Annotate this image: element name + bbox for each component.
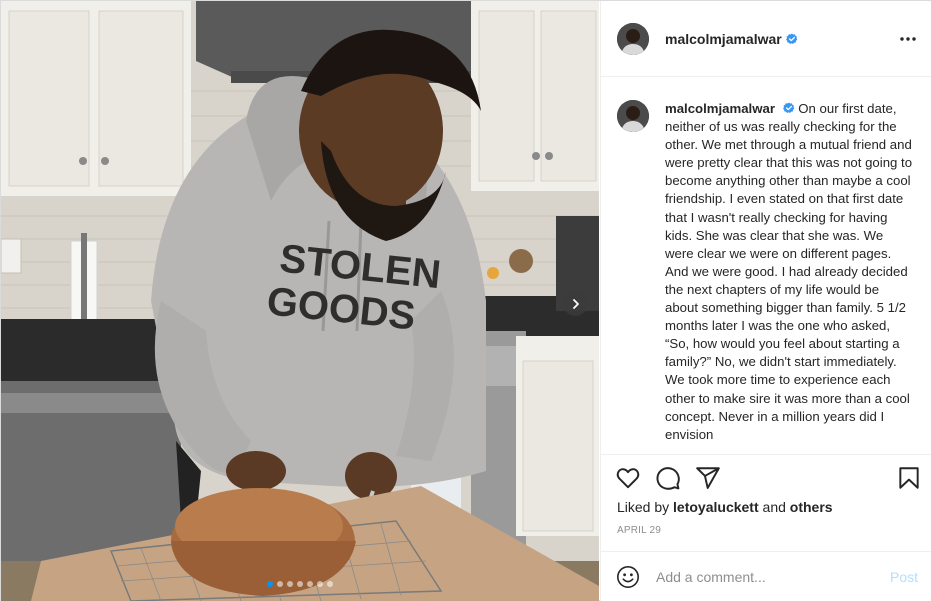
carousel-dot bbox=[307, 581, 313, 587]
caption-row: malcolmjamalwar On our first date, neith… bbox=[617, 100, 916, 444]
post-photo[interactable]: STOLEN GOODS bbox=[1, 1, 599, 601]
caption-username[interactable]: malcolmjamalwar bbox=[665, 101, 775, 116]
profile-photo-icon bbox=[617, 22, 649, 55]
author-avatar[interactable] bbox=[617, 22, 649, 55]
chevron-right-icon bbox=[572, 298, 579, 309]
carousel-dot bbox=[287, 581, 293, 587]
likes-user[interactable]: letoyaluckett bbox=[673, 499, 759, 515]
action-bar bbox=[601, 454, 931, 498]
caption-text: malcolmjamalwar On our first date, neith… bbox=[665, 100, 915, 444]
post-comment-button[interactable]: Post bbox=[890, 569, 918, 585]
likes-summary: Liked by letoyaluckett and others bbox=[617, 499, 833, 515]
carousel-dot bbox=[317, 581, 323, 587]
emoji-icon[interactable] bbox=[616, 565, 640, 589]
comment-bar: Post bbox=[601, 551, 931, 601]
instagram-post: STOLEN GOODS malcolmjamalwar malcolmjama… bbox=[0, 0, 931, 601]
comment-icon[interactable] bbox=[655, 465, 681, 491]
carousel-dot bbox=[277, 581, 283, 587]
heart-icon[interactable] bbox=[615, 465, 641, 491]
comment-input[interactable] bbox=[656, 566, 876, 588]
likes-others-link[interactable]: others bbox=[790, 499, 833, 515]
more-options-button[interactable] bbox=[898, 29, 918, 49]
profile-photo-icon bbox=[617, 100, 649, 132]
carousel-next-button[interactable] bbox=[563, 291, 588, 316]
bookmark-icon[interactable] bbox=[896, 465, 922, 491]
photo-illustration: STOLEN GOODS bbox=[1, 1, 599, 601]
caption-body: On our first date, neither of us was rea… bbox=[665, 101, 913, 442]
likes-connector: and bbox=[762, 499, 786, 515]
verified-badge-icon bbox=[785, 33, 798, 44]
post-header: malcolmjamalwar bbox=[601, 1, 931, 77]
post-date[interactable]: APRIL 29 bbox=[617, 525, 661, 536]
author-username[interactable]: malcolmjamalwar bbox=[665, 31, 782, 47]
caption-author-avatar[interactable] bbox=[617, 100, 649, 132]
carousel-dot bbox=[327, 581, 333, 587]
more-options-icon bbox=[900, 37, 916, 41]
caption-scroll-area[interactable]: malcolmjamalwar On our first date, neith… bbox=[601, 78, 931, 454]
carousel-dot bbox=[297, 581, 303, 587]
share-icon[interactable] bbox=[695, 465, 721, 491]
verified-badge-icon bbox=[782, 102, 794, 113]
likes-prefix: Liked by bbox=[617, 499, 670, 515]
post-side-panel: malcolmjamalwar malcolmjamalwar On our f… bbox=[600, 1, 931, 601]
carousel-dot bbox=[267, 581, 273, 587]
carousel-dots bbox=[1, 581, 599, 587]
